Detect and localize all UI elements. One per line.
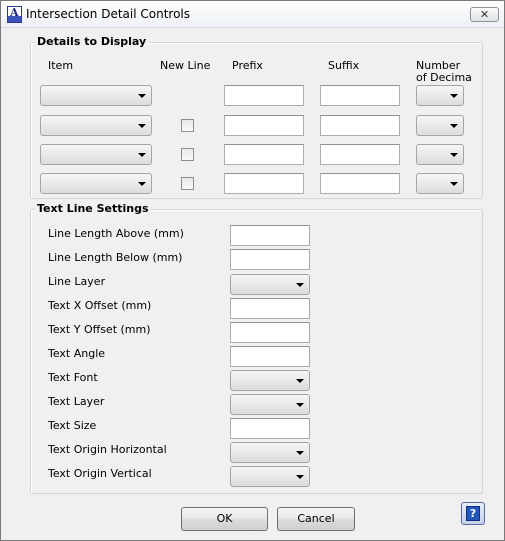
text-origin-vertical-label: Text Origin Vertical (48, 467, 152, 480)
line-length-above-input[interactable] (230, 225, 310, 246)
suffix-header: Suffix (328, 59, 360, 72)
help-icon: ? (466, 506, 480, 521)
suffix-input-4[interactable] (320, 173, 400, 194)
chevron-down-icon (450, 153, 458, 157)
details-group-title: Details to Display (35, 35, 149, 48)
chevron-down-icon (450, 124, 458, 128)
text-x-offset-input[interactable] (230, 298, 310, 319)
title-bar: A Intersection Detail Controls ✕ (1, 1, 504, 28)
text-origin-vertical-dropdown[interactable] (230, 466, 310, 487)
chevron-down-icon (296, 283, 304, 287)
line-length-below-input[interactable] (230, 249, 310, 270)
text-font-label: Text Font (48, 371, 98, 384)
new-line-checkbox-3[interactable] (181, 148, 194, 161)
text-size-input[interactable] (230, 418, 310, 439)
decimals-dropdown-1[interactable] (416, 85, 464, 106)
decimals-header-line2: of Decima (416, 71, 472, 84)
decimals-dropdown-4[interactable] (416, 173, 464, 194)
item-dropdown-1[interactable] (40, 85, 152, 106)
chevron-down-icon (296, 379, 304, 383)
app-icon: A (7, 6, 22, 23)
new-line-checkbox-4[interactable] (181, 177, 194, 190)
new-line-checkbox-2[interactable] (181, 119, 194, 132)
prefix-header: Prefix (232, 59, 263, 72)
text-origin-horizontal-dropdown[interactable] (230, 442, 310, 463)
suffix-input-1[interactable] (320, 85, 400, 106)
help-button[interactable]: ? (461, 502, 485, 525)
close-button[interactable]: ✕ (470, 7, 499, 22)
item-dropdown-2[interactable] (40, 115, 152, 136)
chevron-down-icon (450, 182, 458, 186)
text-x-offset-label: Text X Offset (mm) (48, 299, 152, 312)
cancel-button[interactable]: Cancel (277, 507, 355, 531)
chevron-down-icon (296, 475, 304, 479)
text-origin-horizontal-label: Text Origin Horizontal (48, 443, 167, 456)
prefix-input-2[interactable] (224, 115, 304, 136)
window-title: Intersection Detail Controls (26, 7, 190, 21)
decimals-dropdown-2[interactable] (416, 115, 464, 136)
chevron-down-icon (138, 124, 146, 128)
item-dropdown-4[interactable] (40, 173, 152, 194)
text-angle-label: Text Angle (48, 347, 106, 360)
suffix-input-2[interactable] (320, 115, 400, 136)
suffix-input-3[interactable] (320, 144, 400, 165)
chevron-down-icon (138, 182, 146, 186)
text-y-offset-input[interactable] (230, 322, 310, 343)
line-length-above-label: Line Length Above (mm) (48, 227, 184, 240)
text-size-label: Text Size (48, 419, 97, 432)
line-layer-label: Line Layer (48, 275, 106, 288)
chevron-down-icon (450, 94, 458, 98)
prefix-input-3[interactable] (224, 144, 304, 165)
chevron-down-icon (296, 451, 304, 455)
new-line-header: New Line (160, 59, 211, 72)
decimals-dropdown-3[interactable] (416, 144, 464, 165)
prefix-input-1[interactable] (224, 85, 304, 106)
text-font-dropdown[interactable] (230, 370, 310, 391)
text-line-group-title: Text Line Settings (35, 202, 151, 215)
prefix-input-4[interactable] (224, 173, 304, 194)
text-layer-dropdown[interactable] (230, 394, 310, 415)
chevron-down-icon (138, 94, 146, 98)
line-length-below-label: Line Length Below (mm) (48, 251, 183, 264)
item-dropdown-3[interactable] (40, 144, 152, 165)
text-y-offset-label: Text Y Offset (mm) (48, 323, 151, 336)
ok-button[interactable]: OK (181, 507, 268, 531)
chevron-down-icon (138, 153, 146, 157)
text-angle-input[interactable] (230, 346, 310, 367)
line-layer-dropdown[interactable] (230, 274, 310, 295)
text-layer-label: Text Layer (48, 395, 105, 408)
dialog-window: A Intersection Detail Controls ✕ Details… (0, 0, 505, 541)
item-header: Item (48, 59, 74, 72)
chevron-down-icon (296, 403, 304, 407)
